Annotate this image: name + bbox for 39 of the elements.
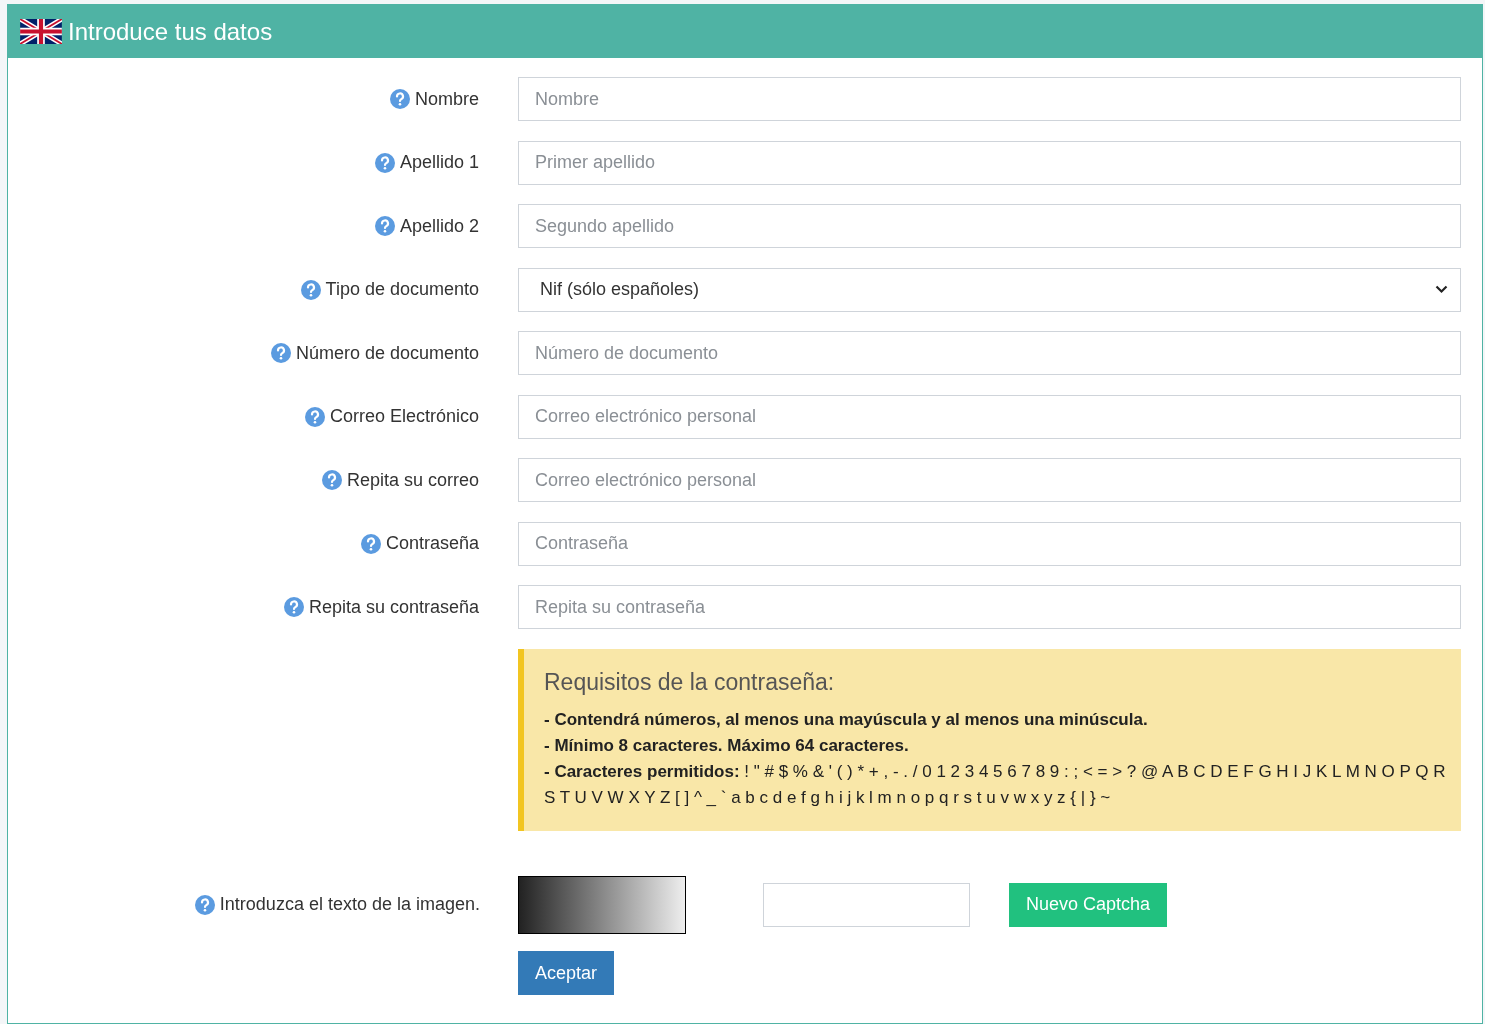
captcha-input[interactable] bbox=[763, 882, 970, 927]
field-label: Repita su correo bbox=[346, 468, 479, 492]
help-icon[interactable] bbox=[194, 894, 215, 915]
field-label: Introduzca el texto de la imagen. bbox=[219, 893, 480, 916]
accept-button[interactable]: Aceptar bbox=[518, 951, 615, 995]
text-input[interactable]: Primer apellido bbox=[518, 140, 1461, 185]
help-icon[interactable] bbox=[283, 597, 304, 617]
requirement-text: - Contendrá números, al menos una mayúscula y al menos una minúscula. bbox=[544, 709, 1149, 731]
note-title: Requisitos de la contraseña: bbox=[544, 667, 836, 697]
text-input[interactable]: Número de documento bbox=[518, 331, 1461, 375]
panel-title: Introduce tus datos bbox=[68, 16, 273, 47]
requirement-text: - Caracteres permitidos: ! " # $ % & ' ( ) * + , - . / 0 1 2 3 4 5 6 7 8 9 : ; < = > ? @ A B C D E F G H I J K L M N O P Q R S T U V W X Y Z [ ] ^ _ ` a b c d e f g h i j k l m n o p q r s t u v w x y z { | } ~ bbox=[544, 761, 1447, 809]
help-icon[interactable] bbox=[270, 343, 291, 363]
new-captcha-button[interactable]: Nuevo Captcha bbox=[1009, 882, 1168, 927]
text-input[interactable]: Correo electrónico personal bbox=[518, 394, 1461, 439]
help-icon[interactable] bbox=[374, 152, 395, 173]
requirement-text: - Mínimo 8 caracteres. Máximo 64 caracteres. bbox=[544, 735, 910, 757]
help-icon[interactable] bbox=[374, 216, 395, 236]
field-label: Apellido 2 bbox=[399, 214, 479, 238]
help-icon[interactable] bbox=[389, 89, 410, 109]
field-label: Número de documento bbox=[295, 341, 479, 365]
help-icon[interactable] bbox=[321, 470, 342, 490]
text-input[interactable]: Contraseña bbox=[518, 521, 1461, 566]
field-label: Contraseña bbox=[385, 532, 479, 555]
flag-icon[interactable] bbox=[20, 19, 62, 44]
chevron-down-icon bbox=[1435, 285, 1448, 294]
dropdown[interactable]: Nif (sólo españoles) bbox=[518, 267, 1461, 312]
help-icon[interactable] bbox=[304, 406, 325, 427]
field-label: Apellido 1 bbox=[399, 151, 479, 174]
text-input[interactable]: Segundo apellido bbox=[518, 204, 1461, 248]
field-label: Tipo de documento bbox=[325, 278, 479, 301]
help-icon[interactable] bbox=[360, 533, 381, 554]
field-label: Repita su contraseña bbox=[308, 595, 479, 619]
field-label: Correo Electrónico bbox=[329, 405, 479, 428]
help-icon[interactable] bbox=[300, 279, 321, 300]
field-label: Nombre bbox=[414, 87, 479, 111]
text-input[interactable]: Repita su contraseña bbox=[518, 585, 1461, 629]
text-input[interactable]: Correo electrónico personal bbox=[518, 458, 1461, 502]
text-input[interactable]: Nombre bbox=[518, 77, 1461, 121]
